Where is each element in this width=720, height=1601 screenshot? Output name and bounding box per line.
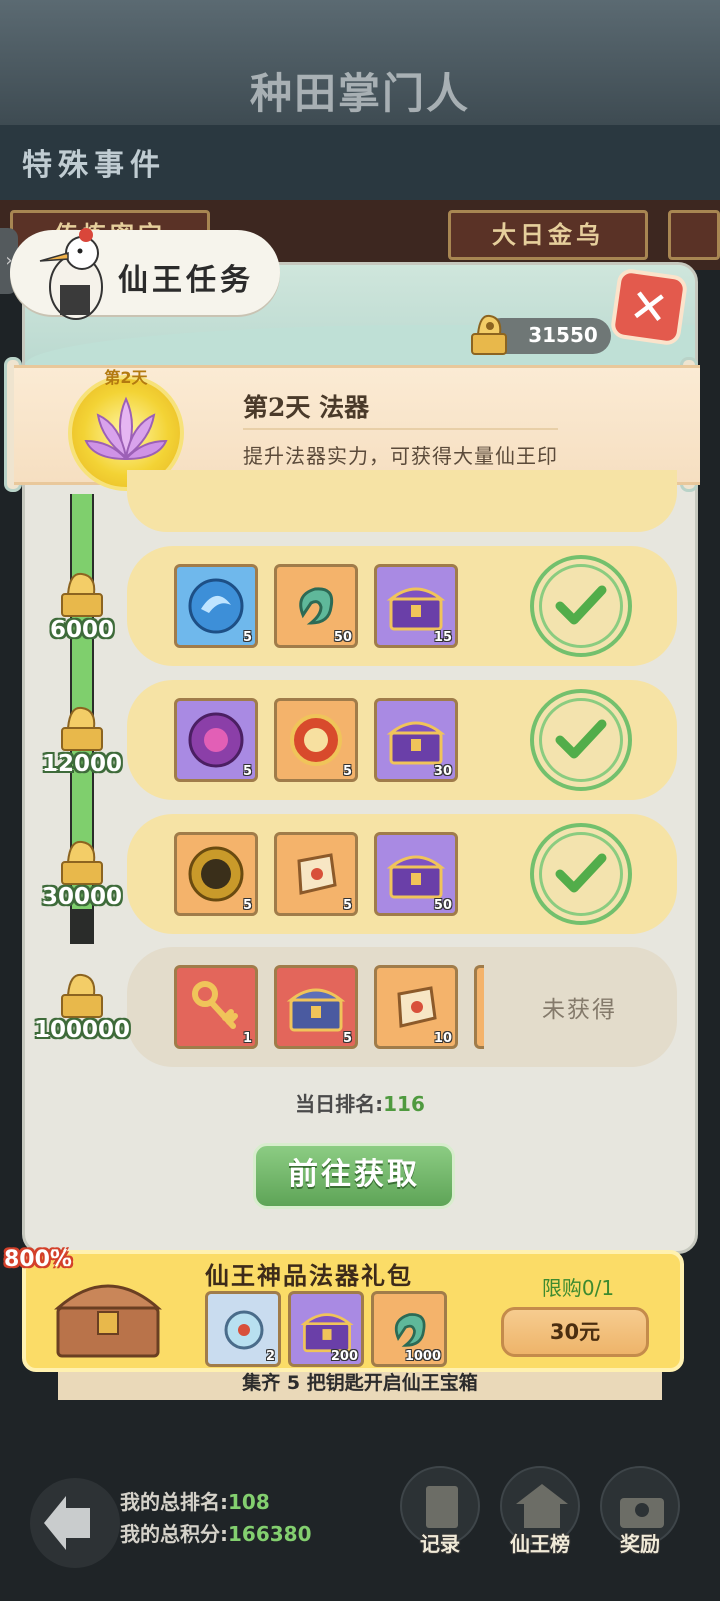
records-label: 记录 (420, 1532, 460, 1556)
reward-item[interactable]: 10 (374, 965, 458, 1049)
back-arrow-icon (44, 1496, 90, 1550)
item-count: 10 (433, 1031, 452, 1046)
item-count: 5 (342, 1031, 352, 1046)
milestone-seal-icon (61, 840, 103, 885)
milestone-value: 100000 (33, 1017, 131, 1043)
total-rank-value: 108 (228, 1490, 270, 1514)
reward-item[interactable]: 5 (274, 698, 358, 782)
day-title: 第2天 法器 (243, 393, 370, 422)
back-button[interactable] (30, 1478, 120, 1568)
milestone-value: 30000 (41, 884, 123, 910)
crane-mascot-icon (39, 228, 103, 320)
treasure-chest-icon (386, 587, 446, 631)
total-score: 我的总积分:166380 (120, 1518, 312, 1547)
gift-pack-title: 仙王神品法器礼包 (205, 1261, 413, 1290)
reward-item[interactable]: 30 (374, 698, 458, 782)
reward-item[interactable]: 50 (274, 564, 358, 648)
reward-item[interactable]: 50 (374, 832, 458, 916)
total-rank: 我的总排名:108 (120, 1486, 270, 1515)
milestone-seal-icon (61, 973, 103, 1018)
bonus-percent-badge: 800% (4, 1247, 72, 1272)
treasure-chest-icon (386, 721, 446, 765)
claimed-check-badge (530, 555, 632, 657)
item-count: 30 (433, 764, 452, 779)
daily-rank: 当日排名:116 (0, 1088, 720, 1117)
token-balance-value: 31550 (528, 323, 598, 347)
treasure-chest-icon (386, 855, 446, 899)
gift-item[interactable]: 2 (205, 1291, 281, 1367)
panel-title: 仙王任务 (118, 263, 254, 298)
item-count: 50 (333, 630, 352, 645)
scroll-talisman-icon (297, 853, 337, 895)
tab-event-2[interactable]: 大日金乌 (448, 210, 648, 260)
item-count: 5 (242, 898, 252, 913)
day-divider (243, 428, 558, 430)
reward-item[interactable]: 5 (174, 832, 258, 916)
treasure-chest-icon (286, 988, 346, 1032)
section-title: 特殊事件 (22, 148, 166, 183)
golden-key-icon (192, 981, 238, 1029)
item-count: 5 (342, 898, 352, 913)
day-badge: 第2天 (104, 368, 148, 387)
item-count: 1000 (404, 1349, 441, 1364)
golden-medallion-icon (188, 846, 244, 902)
reward-item[interactable]: 1 (174, 965, 258, 1049)
daily-rank-label: 当日排名: (295, 1092, 384, 1116)
rewards-label: 奖励 (620, 1532, 660, 1556)
day-description: 提升法器实力，可获得大量仙王印 (243, 444, 558, 468)
item-count: 15 (433, 630, 452, 645)
milestone-value: 6000 (49, 617, 114, 643)
milestone-seal-icon (61, 572, 103, 617)
close-button[interactable]: ✕ (609, 267, 689, 347)
go-obtain-button[interactable]: 前往获取 (253, 1143, 455, 1209)
item-count: 5 (242, 630, 252, 645)
gift-item[interactable]: 200 (288, 1291, 364, 1367)
check-icon (555, 585, 607, 625)
reward-item[interactable]: 5 (274, 965, 358, 1049)
total-score-label: 我的总积分: (120, 1522, 228, 1546)
daily-rank-value: 116 (383, 1092, 425, 1116)
jade-dragon-icon (299, 587, 334, 625)
claimed-check-badge (530, 689, 632, 791)
blue-dragon-orb-icon (188, 578, 244, 634)
ornament-icon (224, 1310, 264, 1350)
game-logo: 种田掌门人 (249, 69, 470, 118)
milestone-value: 12000 (41, 751, 123, 777)
item-count: 1 (242, 1031, 252, 1046)
reward-item[interactable]: 5 (274, 832, 358, 916)
item-count: 50 (433, 898, 452, 913)
purple-orb-icon (188, 712, 244, 768)
reward-item[interactable]: 5 (174, 698, 258, 782)
reward-row-partial (127, 470, 677, 532)
item-count: 5 (242, 764, 252, 779)
check-icon (555, 853, 607, 893)
item-count: 2 (265, 1349, 275, 1364)
unobtained-label: 未获得 (542, 997, 617, 1023)
claimed-check-badge (530, 823, 632, 925)
reward-item[interactable]: 15 (374, 564, 458, 648)
reward-item[interactable]: 5 (174, 564, 258, 648)
gift-item[interactable]: 1000 (371, 1291, 447, 1367)
buy-button[interactable]: 30元 (501, 1307, 649, 1357)
total-score-value: 166380 (228, 1522, 312, 1546)
purchase-limit: 限购0/1 (541, 1276, 615, 1300)
immortal-seal-token-icon (471, 314, 507, 355)
reward-item-partial (474, 965, 484, 1049)
check-icon (555, 719, 607, 759)
milestone-seal-icon (61, 706, 103, 751)
background-scroll-text: 集齐 5 把钥匙开启仙王宝箱 (242, 1372, 478, 1394)
leaderboard-label: 仙王榜 (510, 1532, 570, 1556)
item-count: 5 (342, 764, 352, 779)
gift-chest-icon (54, 1284, 162, 1358)
item-count: 200 (330, 1349, 358, 1364)
scroll-talisman-icon (397, 986, 437, 1028)
fortune-orb-icon (290, 714, 342, 766)
tab-event-3[interactable] (668, 210, 720, 260)
total-rank-label: 我的总排名: (120, 1490, 228, 1514)
